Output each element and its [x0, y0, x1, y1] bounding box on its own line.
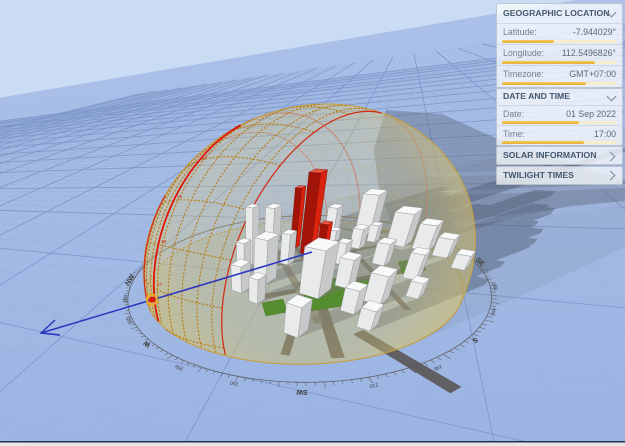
svg-text:300: 300 — [123, 295, 129, 304]
svg-text:17: 17 — [157, 282, 163, 287]
svg-text:16: 16 — [161, 239, 167, 244]
svg-text:SW: SW — [296, 388, 308, 395]
svg-text:14: 14 — [202, 155, 208, 160]
svg-text:15: 15 — [177, 194, 183, 199]
svg-text:13: 13 — [234, 125, 240, 130]
